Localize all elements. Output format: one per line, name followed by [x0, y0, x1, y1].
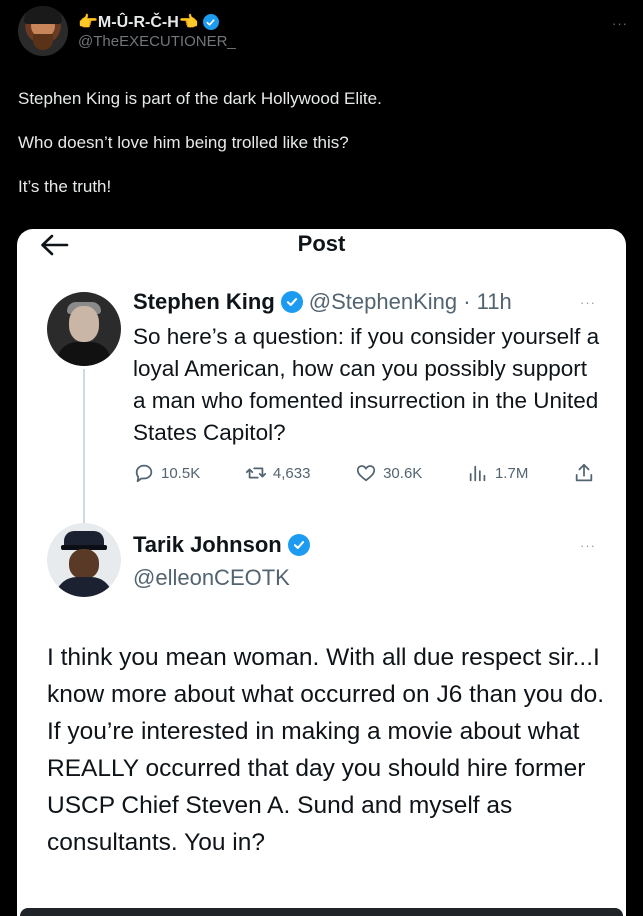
- tweet2-more-icon: ···: [580, 538, 596, 553]
- verified-badge-icon: [280, 291, 303, 313]
- author-name[interactable]: 👉M-Û-R-Č-H👈: [78, 12, 199, 32]
- tweet1-header: Stephen King @StephenKing · 11h: [133, 287, 512, 317]
- tweet2-author-name: Tarik Johnson: [133, 532, 282, 557]
- avatar-face: [69, 549, 99, 579]
- views-icon: [469, 465, 486, 482]
- avatar-uniform: [55, 577, 113, 597]
- avatar-face: [69, 306, 99, 342]
- post-title: Post: [297, 231, 346, 256]
- tweet1-handle-time: @StephenKing · 11h: [308, 289, 512, 314]
- reply-icon: [135, 464, 153, 483]
- embedded-screenshot[interactable]: Post Stephen King @StephenKing · 11h ···…: [17, 229, 626, 916]
- author-handle[interactable]: @TheEXECUTIONER_: [78, 33, 236, 50]
- reply-count: 10.5K: [161, 464, 201, 482]
- tweet-text-line: It’s the truth!: [18, 177, 112, 196]
- outer-tweet-header: 👉M-Û-R-Č-H👈 @TheEXECUTIONER_ ···: [18, 4, 628, 60]
- stephen-king-avatar: [47, 292, 121, 366]
- bottom-bar: [20, 908, 623, 916]
- tweet1-actions: 10.5K 4,633 30.6K 1.7M: [133, 457, 595, 489]
- verified-badge-icon: [287, 534, 310, 556]
- tweet-text: Stephen King is part of the dark Hollywo…: [18, 88, 618, 220]
- avatar-beard: [33, 34, 53, 50]
- tweet1-more-icon: ···: [580, 295, 596, 310]
- avatar-shirt: [57, 342, 111, 366]
- share-action: [573, 462, 595, 484]
- views-action: 1.7M: [467, 462, 528, 484]
- more-options-icon[interactable]: ···: [612, 16, 628, 31]
- heart-icon: [356, 465, 376, 482]
- reply-action: 10.5K: [133, 462, 200, 484]
- tweet1-text: So here’s a question: if you consider yo…: [133, 324, 600, 445]
- tweet-text-line: Stephen King is part of the dark Hollywo…: [18, 89, 382, 108]
- back-arrow-icon: [41, 234, 69, 256]
- views-count: 1.7M: [494, 464, 529, 482]
- like-action: 30.6K: [355, 462, 422, 484]
- tarik-johnson-avatar: [47, 523, 121, 597]
- repost-icon: [245, 467, 266, 479]
- tweet2-handle: @elleonCEOTK: [133, 565, 290, 590]
- repost-count: 4,633: [272, 464, 311, 482]
- thread-connector: [83, 369, 85, 531]
- verified-badge-icon: [202, 14, 219, 30]
- avatar[interactable]: [18, 6, 68, 56]
- avatar-hat: [24, 6, 62, 24]
- author-name-row[interactable]: 👉M-Û-R-Č-H👈: [78, 12, 219, 32]
- tweet2-header: Tarik Johnson: [133, 530, 310, 560]
- repost-action: 4,633: [245, 462, 311, 484]
- like-count: 30.6K: [383, 464, 423, 482]
- tweet-text-line: Who doesn’t love him being trolled like …: [18, 133, 349, 152]
- tweet1-author-name: Stephen King: [133, 289, 275, 314]
- tweet2-text: I think you mean woman. With all due res…: [47, 644, 605, 856]
- share-icon: [575, 463, 593, 482]
